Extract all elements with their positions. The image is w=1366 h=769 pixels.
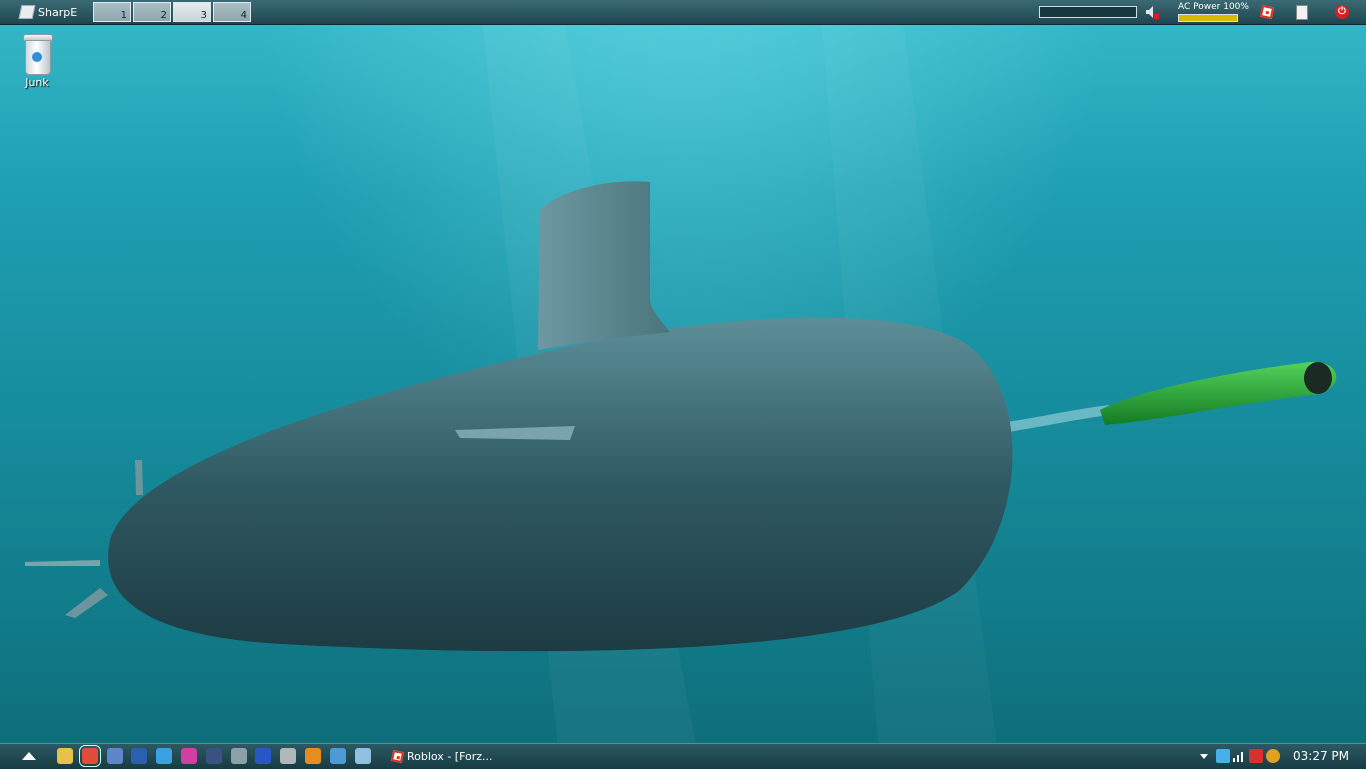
globe-icon[interactable] <box>156 748 172 764</box>
desktop-wallpaper <box>0 0 1366 768</box>
desktop-1-button[interactable]: 1 <box>93 2 131 22</box>
gear-app-icon[interactable] <box>280 748 296 764</box>
desktop-1-label: 1 <box>120 10 127 21</box>
network-icon[interactable] <box>231 748 247 764</box>
desktop-icon-label: Junk <box>25 76 49 89</box>
signal-icon[interactable] <box>1232 749 1246 763</box>
folder-icon[interactable] <box>57 748 73 764</box>
pen-icon[interactable] <box>1216 749 1230 763</box>
medical-cross-icon[interactable] <box>1249 749 1263 763</box>
roblox-icon[interactable] <box>1258 3 1276 21</box>
submarine-wallpaper-image <box>25 0 1337 768</box>
roblox-icon <box>390 749 405 764</box>
recycle-bin-icon <box>22 34 53 75</box>
desktop-icon-junk[interactable]: Junk <box>14 34 60 89</box>
figure-icon[interactable] <box>206 748 222 764</box>
desktop-4-label: 4 <box>240 10 247 21</box>
desktop-2-label: 2 <box>160 10 167 21</box>
desktop-4-button[interactable]: 4 <box>213 2 251 22</box>
tray-expand-icon[interactable] <box>1200 754 1208 759</box>
sharpe-start-button[interactable]: SharpE <box>18 3 78 21</box>
swirl-icon[interactable] <box>1266 749 1280 763</box>
ac-power-bar <box>1178 14 1238 22</box>
ac-power-indicator[interactable]: AC Power 100% <box>1178 2 1249 22</box>
cpu-meter <box>1039 6 1137 18</box>
taskbar-window-title: Roblox - [Forz... <box>407 750 493 763</box>
top-panel: SharpE 1 2 3 4 AC Power 100% ⏻ <box>0 0 1366 25</box>
document-icon[interactable] <box>1293 3 1311 21</box>
messenger-icon[interactable] <box>181 748 197 764</box>
sharpe-logo-icon <box>18 5 36 19</box>
show-menu-arrow-icon[interactable] <box>22 752 36 760</box>
chrome-icon[interactable] <box>79 745 101 767</box>
clock[interactable]: 03:27 PM <box>1293 749 1349 763</box>
start-button-label: SharpE <box>38 5 78 19</box>
calculator-icon[interactable] <box>107 748 123 764</box>
desktop-3-button[interactable]: 3 <box>173 2 211 22</box>
taskbar-window-roblox[interactable]: Roblox - [Forz... <box>390 747 493 766</box>
power-icon[interactable]: ⏻ <box>1333 3 1351 21</box>
ac-power-label: AC Power 100% <box>1178 2 1249 12</box>
virtual-desktop-switcher: 1 2 3 4 <box>93 2 253 22</box>
notepad-icon[interactable] <box>355 748 371 764</box>
windows-explorer-icon[interactable] <box>330 748 346 764</box>
desktop-2-button[interactable]: 2 <box>133 2 171 22</box>
mozilla-icon[interactable] <box>305 748 321 764</box>
volume-muted-icon[interactable] <box>1144 4 1160 20</box>
app-window-icon[interactable] <box>255 748 271 764</box>
bottom-taskbar: Roblox - [Forz... 03:27 PM <box>0 743 1366 769</box>
desktop-3-label: 3 <box>200 10 207 21</box>
photoshop-icon[interactable] <box>131 748 147 764</box>
